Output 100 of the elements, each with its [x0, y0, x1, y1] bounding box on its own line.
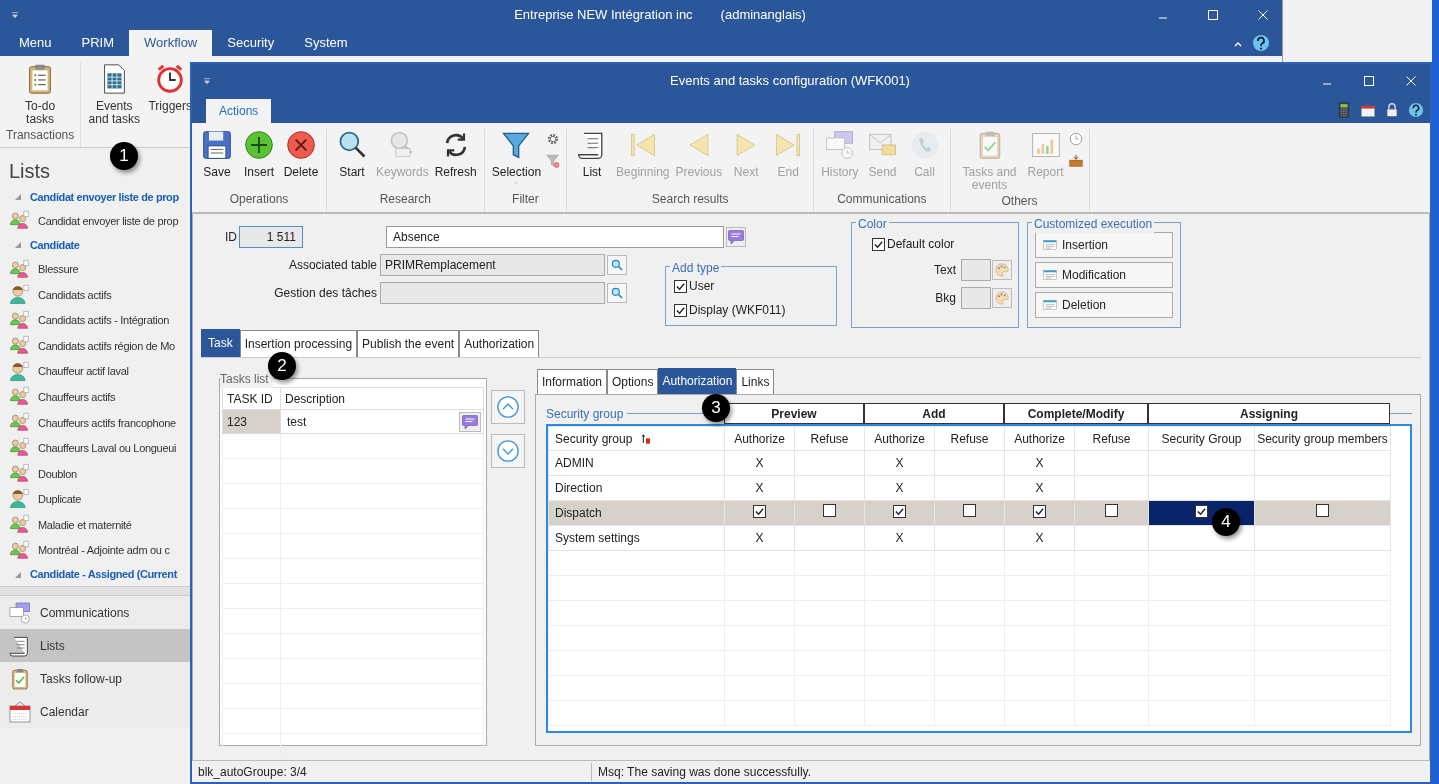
color-field[interactable]: [961, 287, 991, 309]
person-icon: [8, 360, 30, 383]
ribbon-button[interactable]: Insert: [239, 129, 279, 190]
tab[interactable]: Links: [736, 369, 775, 394]
table-field[interactable]: PRIMRemplacement: [380, 254, 605, 276]
group-label: Communications: [837, 191, 927, 208]
group-header[interactable]: Candidate - Assigned (Current: [30, 566, 177, 583]
checkbox[interactable]: [823, 504, 836, 517]
grid-cell[interactable]: [794, 500, 865, 526]
chat-history-icon: [8, 600, 32, 625]
nav-item[interactable]: Lists: [0, 629, 190, 662]
color-field[interactable]: [961, 259, 991, 281]
tab[interactable]: Publish the event: [357, 330, 460, 357]
ribbon-button: History: [819, 129, 861, 190]
ribbon-button[interactable]: Triggers: [143, 62, 198, 113]
search-icon[interactable]: [607, 255, 627, 275]
tab[interactable]: Task: [201, 329, 240, 357]
table-cell-text: test: [287, 413, 307, 431]
grid-cell[interactable]: [1074, 500, 1149, 526]
ribbon-button[interactable]: Selection: [489, 129, 544, 190]
checkbox[interactable]: [963, 504, 976, 517]
ribbon-button[interactable]: Events and tasks: [87, 62, 142, 126]
checkbox-label: Default color: [887, 236, 955, 253]
table-cell: X: [1035, 531, 1044, 545]
checkbox[interactable]: [1195, 505, 1208, 518]
sort-icon[interactable]: [640, 431, 653, 446]
filter-remove-icon[interactable]: [545, 153, 562, 169]
ribbon-button[interactable]: Delete: [281, 129, 321, 190]
list-item[interactable]: Candidat envoyer liste de prop: [0, 208, 190, 235]
ribbon-tab[interactable]: Security: [212, 30, 290, 56]
sql-icon: [1042, 238, 1058, 252]
nav-item[interactable]: Communications: [0, 596, 190, 629]
list-item[interactable]: Candidats actifs région de Mo: [0, 333, 190, 359]
list-item[interactable]: Doublon: [0, 461, 190, 487]
list-item[interactable]: Duplicate: [0, 486, 190, 513]
grid-cell[interactable]: [1004, 500, 1075, 526]
ribbon-button[interactable]: Start: [332, 129, 372, 190]
list-item[interactable]: Montréal - Adjointe adm ou c: [0, 537, 190, 564]
column-group-header: Complete/Modify: [1004, 403, 1148, 424]
name-field[interactable]: Absence: [386, 226, 724, 248]
nav-item[interactable]: Tasks follow-up: [0, 662, 190, 695]
list-item[interactable]: Chauffeurs actifs francophone: [0, 410, 190, 436]
checkbox[interactable]: [872, 237, 885, 251]
ribbon-tab[interactable]: Actions: [206, 99, 272, 123]
help-icon[interactable]: [1252, 34, 1270, 52]
tab[interactable]: Insertion processing: [239, 330, 358, 357]
table-cell: X: [755, 456, 764, 470]
sql-button[interactable]: Deletion: [1035, 292, 1173, 318]
tab[interactable]: Options: [607, 369, 659, 394]
calendar-icon[interactable]: [1360, 102, 1376, 118]
grid-cell[interactable]: [864, 500, 935, 526]
nav-item[interactable]: Calendar: [0, 695, 190, 728]
list-item[interactable]: Maladie et maternité: [0, 512, 190, 538]
list-item[interactable]: Candidats actifs: [0, 282, 190, 308]
search-icon[interactable]: [607, 283, 627, 303]
ribbon-button: Previous: [673, 129, 725, 190]
tab[interactable]: Information: [537, 369, 608, 394]
group-header[interactable]: Candidate: [30, 237, 80, 254]
ribbon-button[interactable]: Refresh: [432, 129, 479, 190]
column-header[interactable]: TASK ID: [222, 387, 281, 410]
table-cell: Direction: [548, 475, 725, 501]
lock-icon[interactable]: [1384, 102, 1400, 118]
grid-cell[interactable]: [724, 500, 795, 526]
tab[interactable]: Authorization: [459, 330, 540, 357]
ribbon-tab[interactable]: System: [289, 30, 363, 56]
move-down-button[interactable]: [491, 434, 525, 468]
column-header[interactable]: Description: [280, 387, 484, 410]
people-icon: [8, 539, 30, 562]
checkbox[interactable]: [1105, 504, 1118, 517]
checkbox[interactable]: [674, 279, 687, 293]
calculator-icon[interactable]: [1336, 102, 1352, 118]
move-up-button[interactable]: [491, 390, 525, 424]
checkbox[interactable]: [1316, 504, 1329, 517]
list-item[interactable]: Candidats actifs - Intégration: [0, 307, 190, 334]
ribbon-button[interactable]: To-do tasks: [13, 62, 68, 126]
list-item[interactable]: Blessure: [0, 256, 190, 283]
task-management-field[interactable]: [380, 282, 605, 304]
group-header[interactable]: Candidat envoyer liste de prop: [30, 189, 179, 206]
tray-icon[interactable]: [1067, 153, 1084, 169]
checkbox[interactable]: [893, 505, 906, 518]
ribbon-button[interactable]: Save: [197, 129, 237, 190]
sql-button[interactable]: Modification: [1035, 262, 1173, 288]
checkbox[interactable]: [674, 303, 687, 317]
checkbox[interactable]: [1033, 505, 1046, 518]
ribbon-button[interactable]: List: [572, 129, 613, 190]
sql-button[interactable]: Insertion: [1035, 232, 1173, 258]
id-field[interactable]: 1 511: [239, 226, 303, 248]
ribbon-tab[interactable]: Workflow: [129, 30, 213, 56]
list-item[interactable]: Chauffeurs actifs: [0, 384, 190, 411]
help-icon[interactable]: [1408, 102, 1424, 118]
tab[interactable]: Authorization: [658, 368, 737, 394]
ribbon-tab[interactable]: PRIM: [66, 30, 130, 56]
list-item[interactable]: Chauffeurs Laval ou Longueui: [0, 435, 190, 462]
grid-cell[interactable]: [1254, 500, 1391, 526]
ribbon-tab[interactable]: Menu: [4, 30, 67, 56]
comment-icon[interactable]: [726, 227, 746, 247]
grid-cell[interactable]: [934, 500, 1005, 526]
checkbox[interactable]: [753, 505, 766, 518]
list-item[interactable]: Chauffeur actif laval: [0, 358, 190, 385]
comment-icon[interactable]: [459, 411, 481, 432]
